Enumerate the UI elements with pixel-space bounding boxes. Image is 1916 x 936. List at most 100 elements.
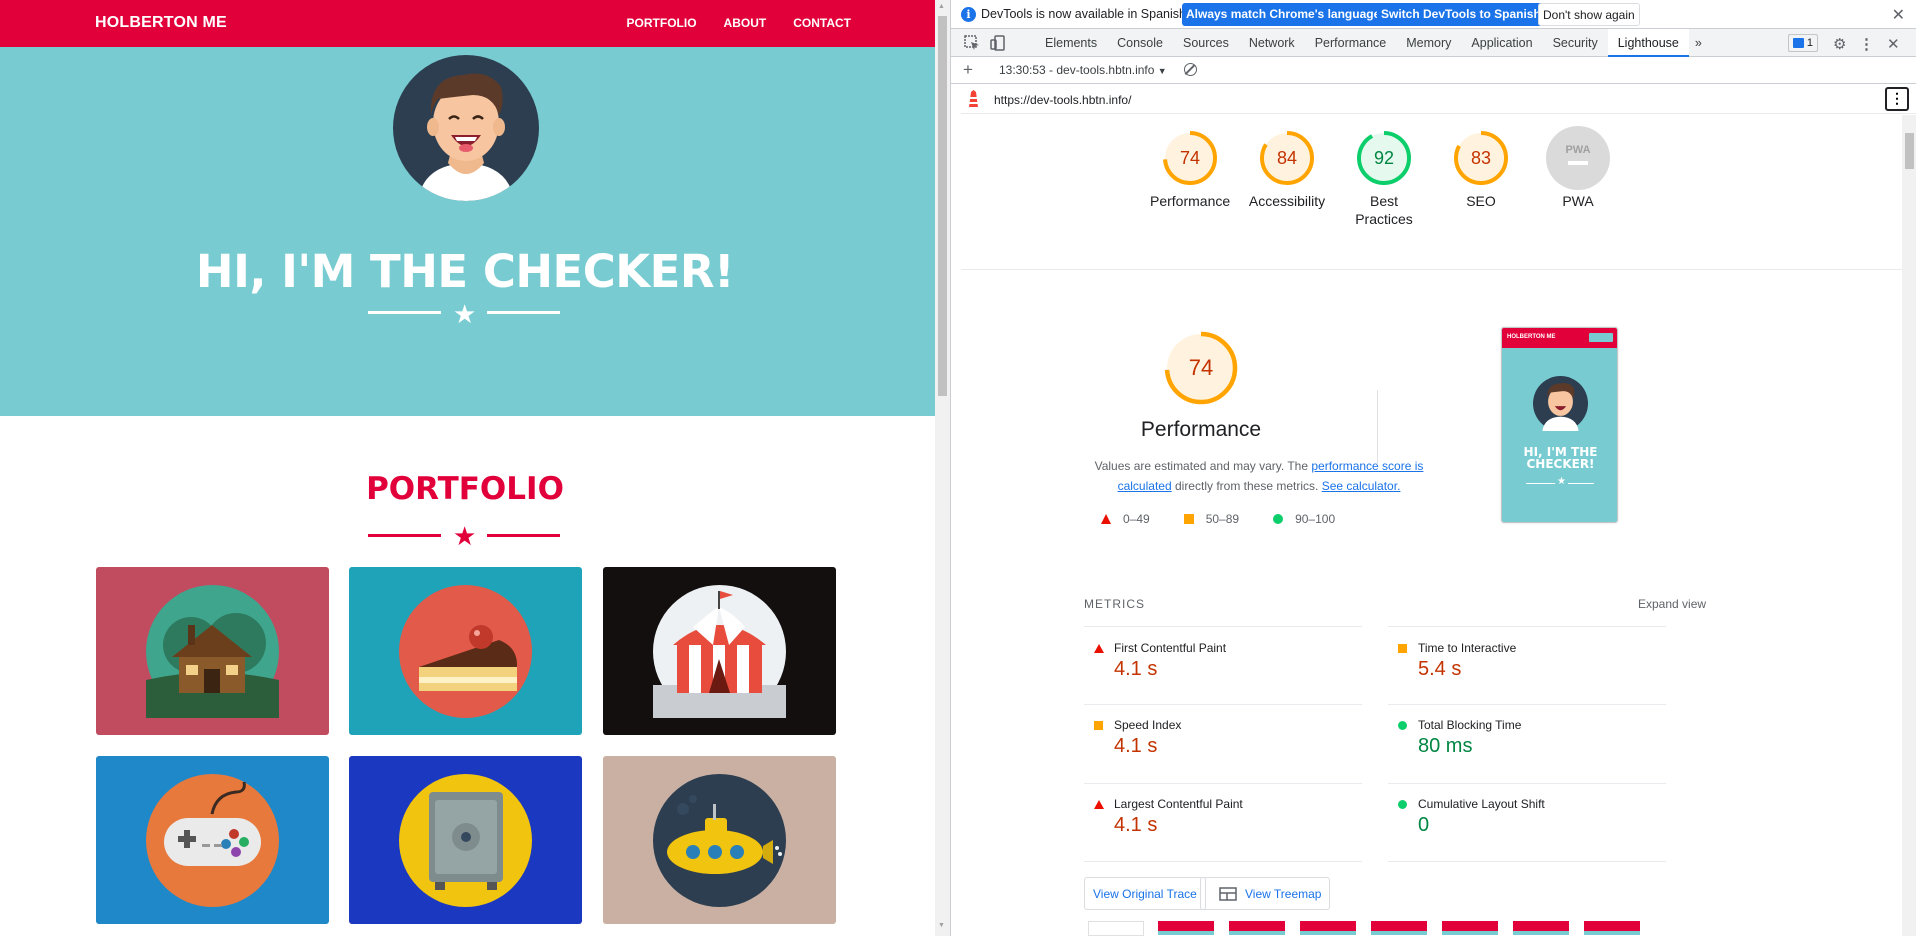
safe-icon bbox=[399, 773, 532, 907]
issues-badge[interactable]: 1 bbox=[1788, 34, 1818, 52]
metrics-bottom-divider bbox=[1388, 861, 1666, 862]
tab-network[interactable]: Network bbox=[1239, 29, 1305, 57]
close-devtools-icon[interactable]: ✕ bbox=[1887, 35, 1900, 53]
tab-sources[interactable]: Sources bbox=[1173, 29, 1239, 57]
lighthouse-logo-icon bbox=[969, 90, 978, 107]
match-language-button[interactable]: Always match Chrome's language bbox=[1182, 3, 1385, 26]
submarine-icon bbox=[653, 773, 786, 907]
filmstrip-frame bbox=[1371, 921, 1427, 935]
report-select[interactable]: 13:30:53 - dev-tools.hbtn.info ▼ bbox=[999, 63, 1167, 77]
score-gauge-best-practices[interactable]: 92 Best Practices bbox=[1344, 130, 1424, 228]
nav-link-about[interactable]: ABOUT bbox=[724, 16, 767, 30]
report-menu-icon[interactable]: ⋮ bbox=[1885, 87, 1909, 111]
more-tabs-icon[interactable]: » bbox=[1689, 29, 1712, 57]
portfolio-item-submarine[interactable] bbox=[603, 756, 836, 924]
see-calculator-link[interactable]: See calculator. bbox=[1322, 479, 1401, 493]
website-scrollbar-thumb[interactable] bbox=[938, 16, 947, 396]
metric-value: 4.1 s bbox=[1114, 658, 1158, 680]
report-url[interactable]: https://dev-tools.hbtn.info/ bbox=[994, 93, 1131, 107]
portfolio-item-cake[interactable] bbox=[349, 567, 582, 735]
metric-name: Largest Contentful Paint bbox=[1114, 797, 1243, 811]
device-toolbar-icon[interactable] bbox=[989, 34, 1007, 52]
performance-gauge-icon: 74 bbox=[1163, 131, 1217, 185]
settings-gear-icon[interactable]: ⚙ bbox=[1833, 35, 1846, 53]
pwa-badge-text: PWA bbox=[1565, 144, 1590, 156]
scroll-down-icon[interactable]: ▼ bbox=[938, 922, 945, 929]
inspect-element-icon[interactable] bbox=[963, 34, 981, 52]
final-screenshot-preview[interactable]: HOLBERTON ME HI, I'M THE CHECKER! ★ bbox=[1501, 327, 1618, 523]
website-scrollbar[interactable]: ▲ ▼ bbox=[935, 0, 950, 936]
filmstrip-frame bbox=[1229, 921, 1285, 935]
score-label: PWA bbox=[1562, 193, 1594, 209]
tab-memory[interactable]: Memory bbox=[1396, 29, 1461, 57]
metrics-top-divider bbox=[1388, 626, 1666, 627]
cabin-icon bbox=[146, 584, 279, 718]
legend-fail-label: 0–49 bbox=[1123, 512, 1150, 526]
score-gauge-pwa[interactable]: PWA PWA bbox=[1538, 126, 1618, 210]
portfolio-item-circus-tent[interactable] bbox=[603, 567, 836, 735]
accessibility-gauge-icon: 84 bbox=[1260, 131, 1314, 185]
score-value: 84 bbox=[1277, 148, 1297, 168]
tab-elements[interactable]: Elements bbox=[1035, 29, 1107, 57]
metric-name: Time to Interactive bbox=[1418, 641, 1517, 655]
nav-link-contact[interactable]: CONTACT bbox=[793, 16, 851, 30]
average-square-icon bbox=[1398, 644, 1407, 653]
performance-desc-mid: directly from these metrics. bbox=[1171, 479, 1322, 493]
nav-link-portfolio[interactable]: PORTFOLIO bbox=[627, 16, 697, 30]
portfolio-item-game-controller[interactable] bbox=[96, 756, 329, 924]
chevron-down-icon: ▼ bbox=[1157, 66, 1167, 76]
preview-brand: HOLBERTON ME bbox=[1507, 334, 1556, 340]
report-scrollbar-thumb[interactable] bbox=[1905, 133, 1914, 169]
filmstrip-frame bbox=[1584, 921, 1640, 935]
preview-avatar bbox=[1533, 376, 1588, 431]
report-select-value: 13:30:53 - dev-tools.hbtn.info bbox=[999, 63, 1155, 77]
fail-triangle-icon bbox=[1094, 644, 1104, 653]
infobar-message: DevTools is now available in Spanish! bbox=[981, 7, 1190, 21]
report-scrollbar[interactable] bbox=[1902, 115, 1916, 936]
average-square-icon bbox=[1094, 721, 1103, 730]
score-gauge-seo[interactable]: 83 SEO bbox=[1441, 130, 1521, 210]
view-original-trace-button[interactable]: View Original Trace bbox=[1084, 877, 1206, 910]
metrics-top-divider bbox=[1084, 626, 1362, 627]
score-value: 74 bbox=[1180, 148, 1200, 168]
star-icon: ★ bbox=[453, 521, 477, 551]
filmstrip-frame bbox=[1513, 921, 1569, 935]
score-gauge-accessibility[interactable]: 84 Accessibility bbox=[1247, 130, 1327, 210]
more-options-icon[interactable]: ⋮ bbox=[1859, 35, 1874, 53]
pass-circle-icon bbox=[1398, 800, 1407, 809]
average-square-icon bbox=[1183, 514, 1194, 524]
site-nav-links: PORTFOLIO ABOUT CONTACT bbox=[627, 16, 851, 30]
view-treemap-button[interactable]: View Treemap bbox=[1200, 877, 1331, 910]
site-navbar: HOLBERTON ME PORTFOLIO ABOUT CONTACT bbox=[0, 0, 935, 47]
devtools-tabs: Elements Console Sources Network Perform… bbox=[1035, 29, 1712, 57]
portfolio-item-cabin[interactable] bbox=[96, 567, 329, 735]
clear-reports-icon[interactable] bbox=[1184, 63, 1197, 76]
tab-lighthouse[interactable]: Lighthouse bbox=[1607, 29, 1689, 57]
score-gauge-performance[interactable]: 74 Performance bbox=[1150, 130, 1230, 210]
issues-count: 1 bbox=[1806, 37, 1813, 49]
metrics-heading: METRICS bbox=[1084, 597, 1145, 611]
best-practices-gauge-icon: 92 bbox=[1357, 131, 1411, 185]
score-value: 83 bbox=[1471, 148, 1491, 168]
metric-name: Speed Index bbox=[1114, 718, 1182, 732]
close-icon[interactable]: ✕ bbox=[1892, 5, 1905, 25]
hero-section: HI, I'M THE CHECKER! ★ bbox=[0, 47, 935, 416]
metrics-row-divider bbox=[1388, 704, 1666, 705]
expand-view-button[interactable]: Expand view bbox=[1638, 597, 1706, 611]
hero-divider-right bbox=[487, 311, 560, 314]
new-report-icon[interactable]: + bbox=[963, 60, 973, 80]
scroll-up-icon[interactable]: ▲ bbox=[938, 3, 945, 10]
site-brand[interactable]: HOLBERTON ME bbox=[95, 14, 227, 32]
tab-console[interactable]: Console bbox=[1107, 29, 1173, 57]
metric-name: Cumulative Layout Shift bbox=[1418, 797, 1545, 811]
issues-icon bbox=[1793, 38, 1804, 48]
tab-application[interactable]: Application bbox=[1461, 29, 1542, 57]
metric-value: 4.1 s bbox=[1114, 814, 1158, 836]
fail-triangle-icon bbox=[1094, 800, 1104, 809]
star-icon: ★ bbox=[1555, 476, 1568, 487]
portfolio-item-safe[interactable] bbox=[349, 756, 582, 924]
dismiss-infobar-button[interactable]: Don't show again bbox=[1538, 3, 1640, 26]
tab-performance[interactable]: Performance bbox=[1305, 29, 1397, 57]
switch-spanish-button[interactable]: Switch DevTools to Spanish bbox=[1377, 3, 1545, 26]
tab-security[interactable]: Security bbox=[1543, 29, 1608, 57]
